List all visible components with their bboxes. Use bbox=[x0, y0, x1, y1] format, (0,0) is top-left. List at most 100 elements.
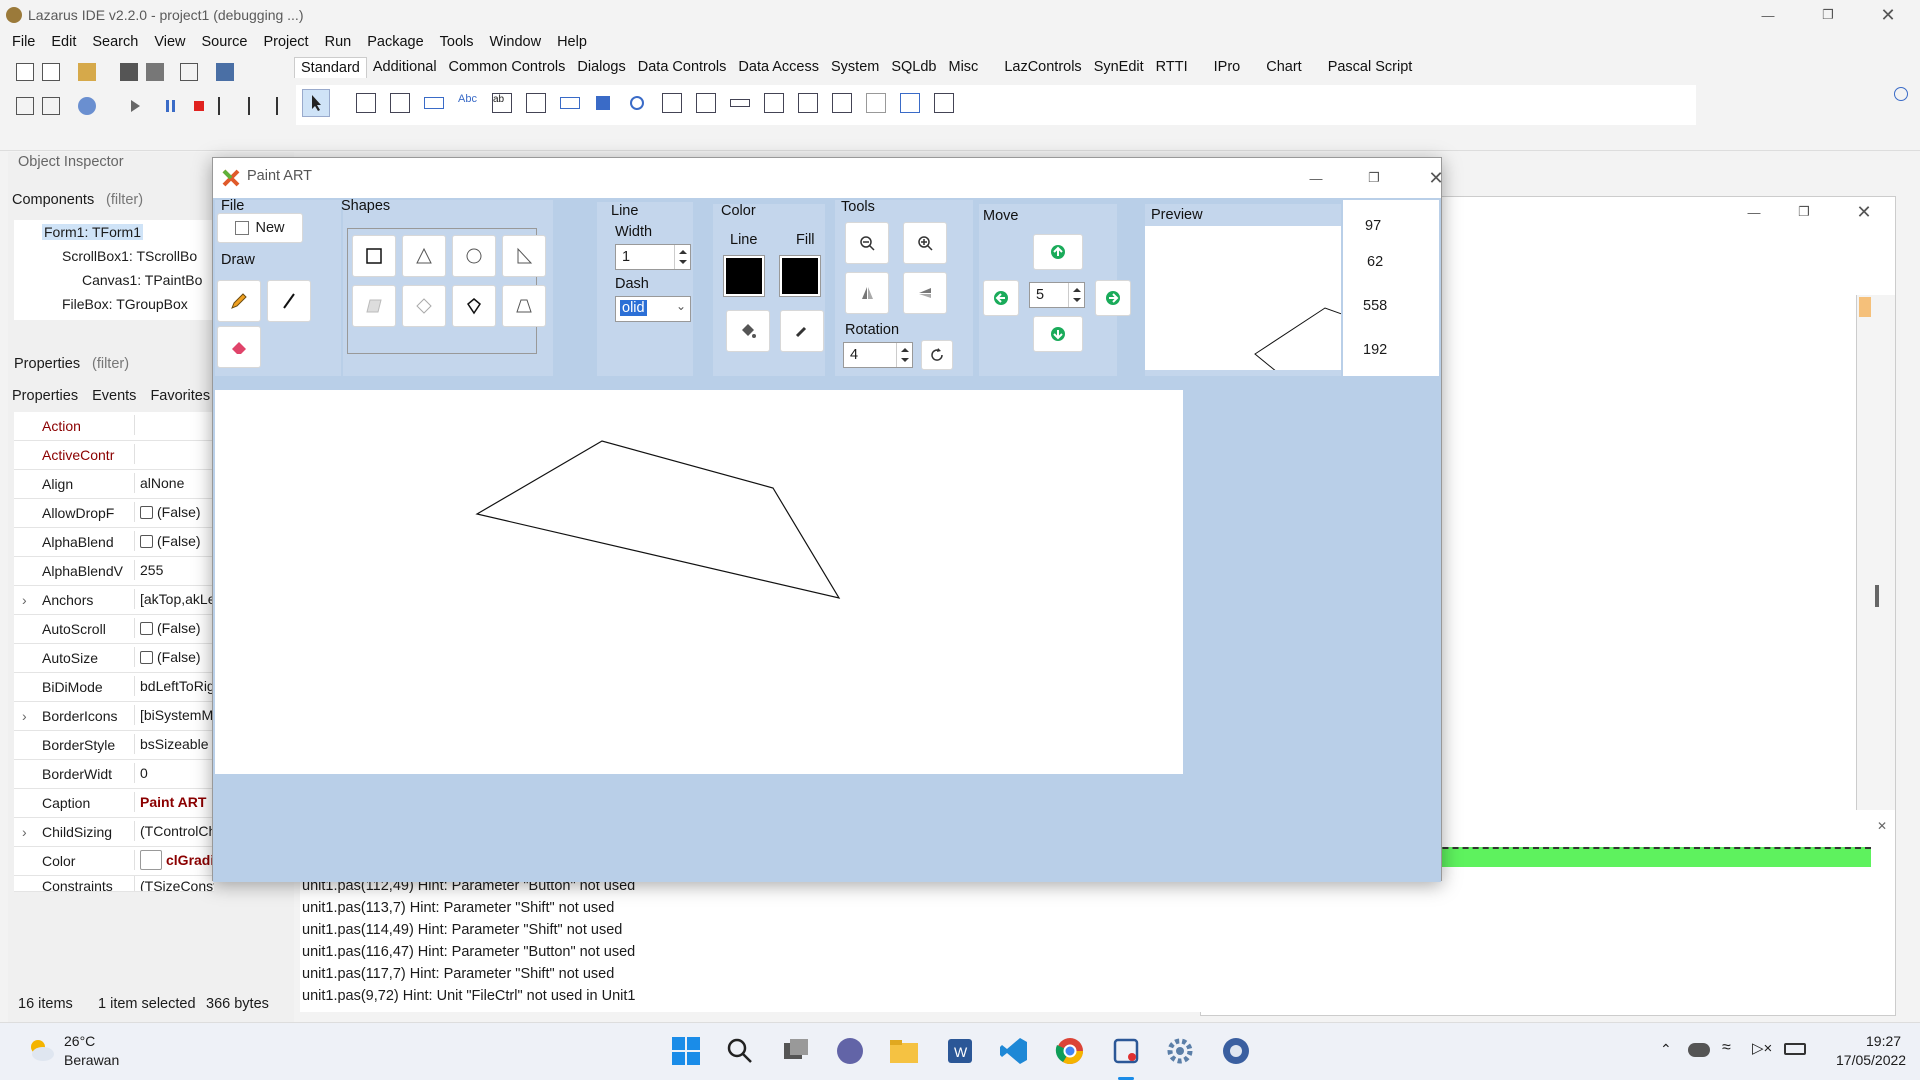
run-icon[interactable] bbox=[126, 97, 144, 115]
eraser-button[interactable] bbox=[217, 326, 261, 368]
tab-chart[interactable]: Chart bbox=[1260, 57, 1307, 78]
maximize-icon[interactable]: ❐ bbox=[1805, 0, 1851, 30]
property-row[interactable]: Action bbox=[14, 412, 214, 441]
step-over-icon[interactable] bbox=[248, 97, 266, 115]
menu-run[interactable]: Run bbox=[317, 34, 360, 50]
menu-window[interactable]: Window bbox=[482, 34, 550, 50]
view-units-icon[interactable] bbox=[16, 97, 34, 115]
width-spinner[interactable]: 1 bbox=[615, 244, 691, 270]
tlistbox-icon[interactable] bbox=[662, 93, 682, 113]
tactionlist-icon[interactable] bbox=[934, 93, 954, 113]
maximize-icon[interactable]: ❐ bbox=[1781, 197, 1827, 227]
property-row[interactable]: Caption Paint ART bbox=[14, 789, 214, 818]
move-right-button[interactable] bbox=[1095, 280, 1131, 316]
message-line[interactable]: unit1.pas(114,49) Hint: Parameter "Shift… bbox=[302, 922, 622, 938]
ttogglebox-icon[interactable] bbox=[560, 97, 580, 109]
windows-start-icon[interactable] bbox=[670, 1035, 702, 1067]
menu-help[interactable]: Help bbox=[549, 34, 595, 50]
menu-file[interactable]: File bbox=[4, 34, 43, 50]
bucket-fill-button[interactable] bbox=[726, 310, 770, 352]
tab-events[interactable]: Events bbox=[92, 388, 136, 404]
close-icon[interactable]: ✕ bbox=[1865, 0, 1911, 30]
tscrollbar-icon[interactable] bbox=[730, 99, 750, 107]
wifi-icon[interactable]: ≈ bbox=[1722, 1039, 1731, 1057]
property-row[interactable]: › ChildSizing (TControlChi bbox=[14, 818, 219, 847]
step-into-icon[interactable] bbox=[218, 97, 236, 115]
tree-item-canvas1[interactable]: Canvas1: TPaintBo bbox=[82, 272, 202, 288]
tray-chevron-icon[interactable]: ⌃ bbox=[1660, 1041, 1672, 1058]
new-file-icon[interactable] bbox=[16, 63, 34, 81]
close-panel-icon[interactable]: ✕ bbox=[1877, 819, 1893, 835]
new-button[interactable]: New bbox=[217, 213, 303, 243]
tcheckbox-icon[interactable] bbox=[596, 96, 610, 110]
pointer-icon[interactable] bbox=[302, 89, 330, 117]
property-row[interactable]: AutoScroll (False) bbox=[14, 615, 214, 644]
property-row[interactable]: Align alNone bbox=[14, 470, 214, 499]
property-row[interactable]: AutoSize (False) bbox=[14, 644, 214, 673]
message-line[interactable]: unit1.pas(113,7) Hint: Parameter "Shift"… bbox=[302, 900, 614, 916]
checkbox[interactable] bbox=[140, 506, 153, 519]
step-out-icon[interactable] bbox=[276, 97, 294, 115]
build-icon[interactable] bbox=[78, 97, 96, 115]
tedit-icon[interactable]: ab bbox=[492, 93, 512, 113]
tradiogroup-icon[interactable] bbox=[798, 93, 818, 113]
tradiobutton-icon[interactable] bbox=[630, 96, 644, 110]
tab-standard[interactable]: Standard bbox=[294, 57, 367, 78]
toggle-form-icon[interactable] bbox=[180, 63, 198, 81]
move-up-button[interactable] bbox=[1033, 234, 1083, 270]
move-down-button[interactable] bbox=[1033, 316, 1083, 352]
property-row[interactable]: BorderStyle bsSizeable bbox=[14, 731, 214, 760]
scroll-thumb[interactable] bbox=[1875, 585, 1879, 607]
components-filter[interactable]: (filter) bbox=[106, 192, 143, 208]
circle-button[interactable] bbox=[452, 235, 496, 277]
pause-icon[interactable] bbox=[162, 97, 180, 115]
view-forms-icon[interactable] bbox=[216, 63, 234, 81]
view-units2-icon[interactable] bbox=[42, 97, 60, 115]
menu-source[interactable]: Source bbox=[194, 34, 256, 50]
menu-package[interactable]: Package bbox=[359, 34, 431, 50]
tframe-icon[interactable] bbox=[900, 93, 920, 113]
rotate-button[interactable] bbox=[921, 340, 953, 370]
tab-pascal-script[interactable]: Pascal Script bbox=[1322, 57, 1419, 78]
rectangle-button[interactable] bbox=[352, 235, 396, 277]
minimize-icon[interactable]: — bbox=[1745, 0, 1791, 30]
tlabel-icon[interactable]: Abc bbox=[458, 93, 478, 113]
stop-icon[interactable] bbox=[190, 97, 208, 115]
right-triangle-button[interactable] bbox=[502, 235, 546, 277]
pencil-button[interactable] bbox=[217, 280, 261, 322]
zoom-out-button[interactable] bbox=[845, 222, 889, 264]
move-left-button[interactable] bbox=[983, 280, 1019, 316]
word-icon[interactable]: W bbox=[944, 1035, 976, 1067]
tree-item-filebox[interactable]: FileBox: TGroupBox bbox=[62, 296, 188, 312]
checkbox[interactable] bbox=[140, 651, 153, 664]
minimize-icon[interactable]: — bbox=[1293, 163, 1339, 193]
property-row[interactable]: › BorderIcons [biSystemMe bbox=[14, 702, 221, 731]
search-icon[interactable] bbox=[724, 1035, 756, 1067]
dash-select[interactable]: olid ⌄ bbox=[615, 296, 691, 322]
tmemo-icon[interactable] bbox=[526, 93, 546, 113]
color-swatch[interactable] bbox=[140, 850, 162, 870]
menu-project[interactable]: Project bbox=[255, 34, 316, 50]
property-row[interactable]: AlphaBlend (False) bbox=[14, 528, 214, 557]
tab-lazcontrols[interactable]: LazControls bbox=[998, 57, 1087, 78]
property-row[interactable]: AllowDropF (False) bbox=[14, 499, 214, 528]
clock-time[interactable]: 19:27 bbox=[1866, 1033, 1901, 1049]
tree-item-form1[interactable]: Form1: TForm1 bbox=[42, 224, 143, 240]
task-view-icon[interactable] bbox=[780, 1035, 812, 1067]
message-line[interactable]: unit1.pas(9,72) Hint: Unit "FileCtrl" no… bbox=[302, 988, 635, 1004]
onedrive-icon[interactable] bbox=[1688, 1043, 1710, 1057]
line-color-swatch[interactable] bbox=[724, 256, 764, 296]
save-all-icon[interactable] bbox=[146, 63, 164, 81]
property-row[interactable]: Color clGradie bbox=[14, 847, 222, 876]
tpopupmenu-icon[interactable] bbox=[390, 93, 410, 113]
property-row[interactable]: › Anchors [akTop,akLef bbox=[14, 586, 219, 615]
tab-rtti[interactable]: RTTI bbox=[1150, 57, 1194, 78]
expand-icon[interactable]: › bbox=[22, 592, 27, 608]
chrome-icon[interactable] bbox=[1054, 1035, 1086, 1067]
teams-chat-icon[interactable] bbox=[834, 1035, 866, 1067]
new-form-icon[interactable] bbox=[42, 63, 60, 81]
triangle-button[interactable] bbox=[402, 235, 446, 277]
properties-filter[interactable]: (filter) bbox=[92, 356, 129, 372]
checkbox[interactable] bbox=[140, 535, 153, 548]
property-row[interactable]: ActiveContr bbox=[14, 441, 214, 470]
